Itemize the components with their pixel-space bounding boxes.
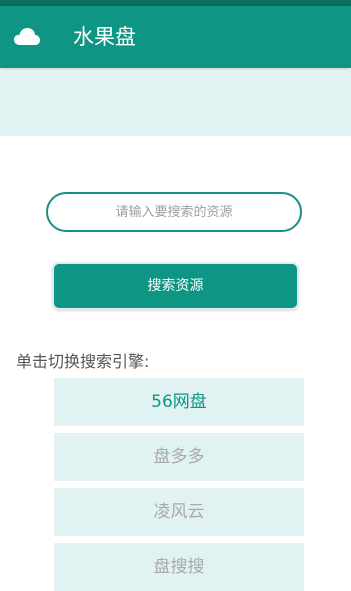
search-input[interactable]	[46, 192, 302, 232]
banner-area	[0, 70, 351, 136]
engine-item-panduoduo[interactable]: 盘多多	[54, 433, 304, 481]
app-bar: 水果盘	[0, 6, 351, 68]
engine-list-heading: 单击切换搜索引擎:	[16, 352, 150, 371]
engine-item-pansousou[interactable]: 盘搜搜	[54, 543, 304, 591]
engine-item-lingfengyun[interactable]: 凌风云	[54, 488, 304, 536]
cloud-icon[interactable]	[13, 26, 41, 46]
app-title: 水果盘	[73, 25, 136, 49]
search-button[interactable]: 搜索资源	[52, 262, 299, 310]
engine-item-56wangpan[interactable]: 56网盘	[54, 378, 304, 426]
